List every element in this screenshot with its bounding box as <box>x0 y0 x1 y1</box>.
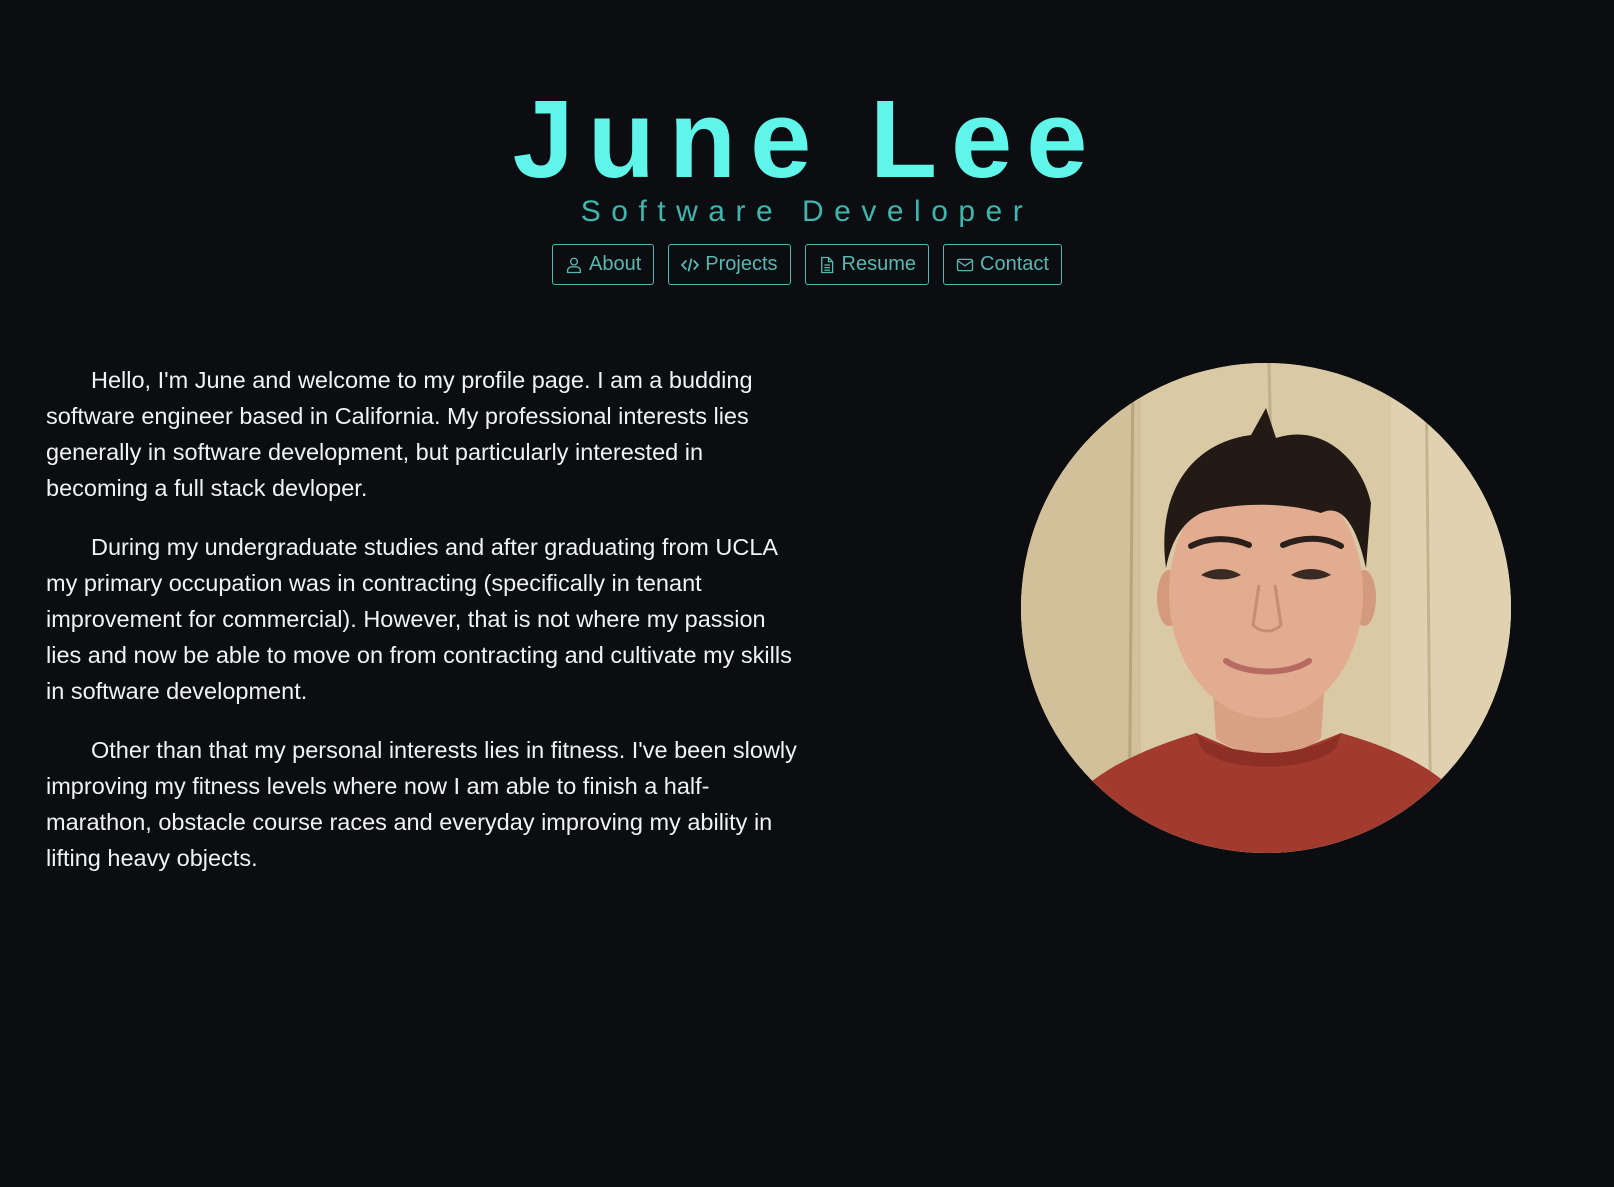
page-title: June Lee <box>512 78 1102 201</box>
nav-contact-button[interactable]: Contact <box>943 244 1062 285</box>
nav-projects-button[interactable]: Projects <box>668 244 791 285</box>
nav-contact-label: Contact <box>980 253 1049 275</box>
about-paragraph-1: Hello, I'm June and welcome to my profil… <box>46 367 753 501</box>
about-paragraph-3: Other than that my personal interests li… <box>46 737 797 871</box>
document-icon <box>820 256 833 273</box>
nav-about-button[interactable]: About <box>552 244 655 285</box>
about-paragraph-2: During my undergraduate studies and afte… <box>46 534 792 704</box>
nav-resume-label: Resume <box>841 253 917 275</box>
nav-about-label: About <box>589 253 642 275</box>
main-nav: About Projects Resume Contact <box>0 244 1614 285</box>
nav-resume-button[interactable]: Resume <box>804 244 930 285</box>
about-section: Hello, I'm June and welcome to my profil… <box>46 362 806 899</box>
profile-photo <box>1021 363 1511 853</box>
user-icon <box>566 257 582 273</box>
nav-projects-label: Projects <box>705 253 778 275</box>
code-icon <box>681 257 700 272</box>
page-subtitle: Software Developer <box>580 195 1034 228</box>
envelope-icon <box>956 258 974 271</box>
